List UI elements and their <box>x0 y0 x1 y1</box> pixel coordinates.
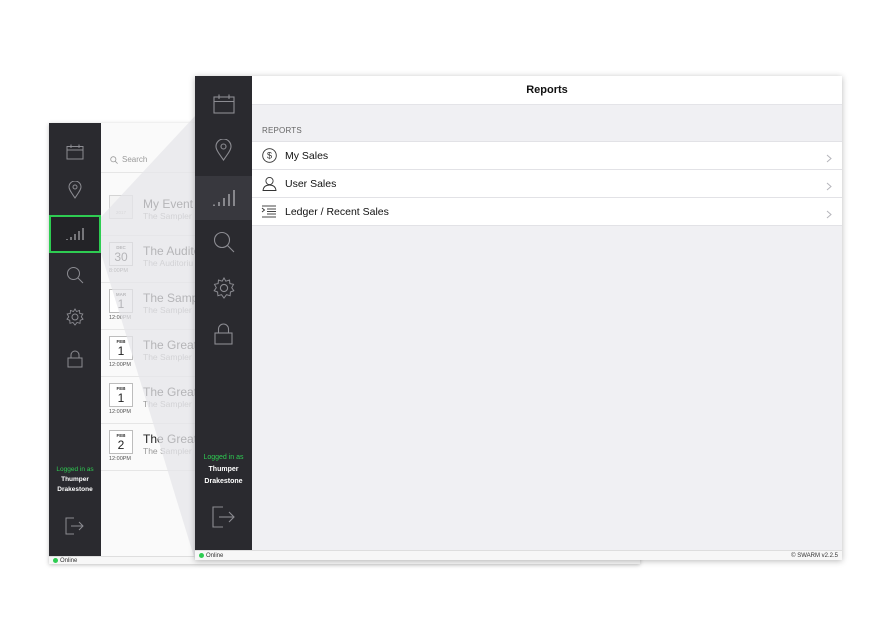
chevron-right-icon <box>826 178 832 196</box>
logged-in-label: Logged in as <box>56 466 94 473</box>
version-label: © SWARM v2.2.5 <box>791 553 838 559</box>
event-placeholder-icon: 2017 <box>109 195 133 219</box>
calendar-date-icon: MAR 1 <box>109 289 133 313</box>
section-label: REPORTS <box>262 126 302 135</box>
online-indicator <box>199 553 204 558</box>
event-venue: The Sampler <box>143 399 192 409</box>
logged-in-info: Logged in as Thumper Drakestone <box>195 452 252 488</box>
reports-list: $ My Sales User Sales Ledger / Recent Sa… <box>252 141 842 226</box>
ledger-list-icon <box>261 203 277 219</box>
event-title: The Audito <box>143 244 201 258</box>
report-item-label: My Sales <box>285 149 329 162</box>
page-title: Reports <box>252 76 842 105</box>
svg-text:$: $ <box>266 150 271 160</box>
event-title: The Great <box>143 338 198 352</box>
gear-icon[interactable] <box>195 268 252 308</box>
chevron-right-icon <box>826 206 832 224</box>
logged-in-label: Logged in as <box>203 454 244 461</box>
user-first-name: Thumper <box>208 466 239 473</box>
location-pin-icon[interactable] <box>195 130 252 170</box>
report-item-ledger[interactable]: Ledger / Recent Sales <box>252 198 842 226</box>
user-first-name: Thumper <box>61 476 89 483</box>
report-item-label: Ledger / Recent Sales <box>285 205 389 218</box>
search-icon <box>110 155 118 164</box>
location-pin-icon[interactable] <box>62 177 88 203</box>
user-last-name: Drakestone <box>57 486 93 493</box>
event-venue: The Sampler <box>143 352 192 362</box>
online-indicator <box>53 558 58 563</box>
search-icon[interactable] <box>195 222 252 262</box>
event-time: 8:00PM <box>109 268 128 274</box>
calendar-icon[interactable] <box>62 139 88 165</box>
status-text: Online <box>60 558 78 564</box>
logout-icon[interactable] <box>62 513 88 539</box>
reports-window: Logged in as Thumper Drakestone Reports … <box>195 76 842 560</box>
user-icon <box>261 175 277 191</box>
reports-sidebar: Logged in as Thumper Drakestone <box>195 76 252 550</box>
event-title: The Samp <box>143 291 199 305</box>
status-bar: Online © SWARM v2.2.5 <box>195 550 842 560</box>
event-time: 12:00PM <box>109 456 132 462</box>
report-item-user-sales[interactable]: User Sales <box>252 170 842 198</box>
events-sidebar: Logged in as Thumper Drakestone <box>49 123 101 556</box>
event-venue: The Auditoriu <box>143 258 194 268</box>
search-placeholder: Search <box>122 155 148 164</box>
reports-icon[interactable] <box>195 176 252 220</box>
event-title: The Great <box>143 385 198 399</box>
logged-in-info: Logged in as Thumper Drakestone <box>49 465 101 495</box>
calendar-date-icon: DEC 30 <box>109 242 133 266</box>
reports-icon[interactable] <box>49 215 101 253</box>
user-last-name: Drakestone <box>204 478 243 485</box>
dollar-circle-icon: $ <box>261 147 277 163</box>
chevron-right-icon <box>826 150 832 168</box>
event-time: 12:00PM <box>109 315 132 321</box>
lock-icon[interactable] <box>62 346 88 372</box>
event-venue: The Sampler <box>143 446 192 456</box>
status-text: Online <box>206 553 224 559</box>
gear-icon[interactable] <box>62 304 88 330</box>
event-time: 12:00PM <box>109 409 132 415</box>
report-item-my-sales[interactable]: $ My Sales <box>252 142 842 170</box>
calendar-date-icon: FEB 1 <box>109 336 133 360</box>
event-title: My Event <box>143 197 194 211</box>
event-title: The Great <box>143 432 198 446</box>
calendar-icon[interactable] <box>195 84 252 124</box>
search-icon[interactable] <box>62 262 88 288</box>
calendar-date-icon: FEB 2 <box>109 430 133 454</box>
lock-icon[interactable] <box>195 314 252 354</box>
event-venue: The Sampler <box>143 305 192 315</box>
report-item-label: User Sales <box>285 177 337 190</box>
event-venue: The Sampler <box>143 211 192 221</box>
event-time: 12:00PM <box>109 362 132 368</box>
logout-icon[interactable] <box>195 497 252 537</box>
calendar-date-icon: FEB 1 <box>109 383 133 407</box>
